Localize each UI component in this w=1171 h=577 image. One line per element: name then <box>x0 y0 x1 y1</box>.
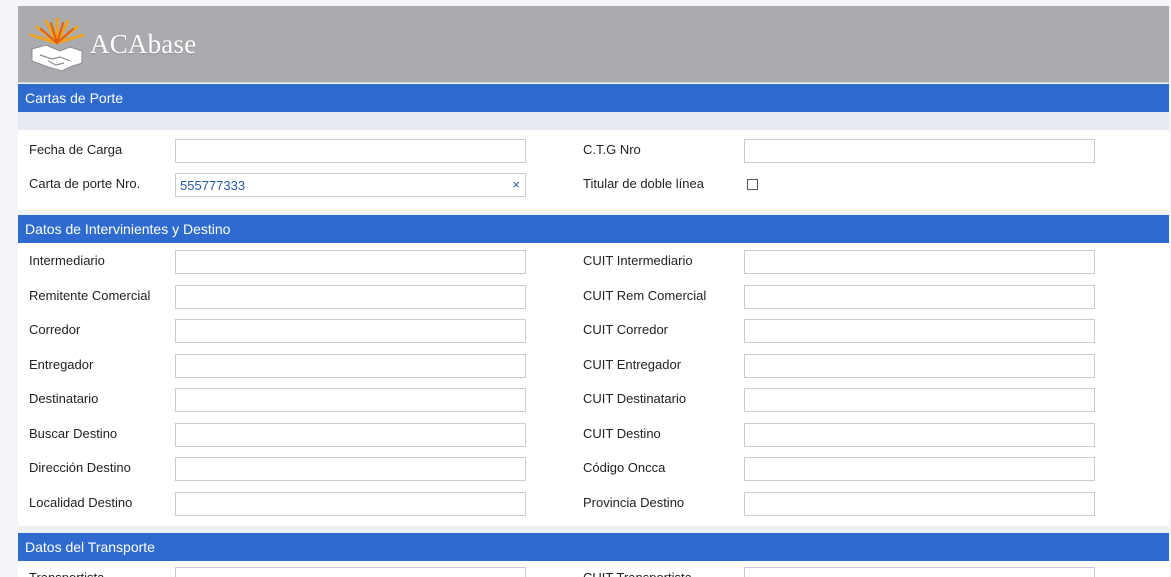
remitente-comercial-input[interactable] <box>175 284 526 309</box>
cuit-destinatario-input[interactable] <box>744 388 1095 412</box>
section-cartas-de-porte: Cartas de Porte <box>18 84 1169 112</box>
buscar-destino-label: Buscar Destino <box>29 425 118 441</box>
buscar-destino-input[interactable] <box>175 422 526 447</box>
corredor-input[interactable] <box>175 319 526 343</box>
fecha-carga-label: Fecha de Carga <box>29 142 123 157</box>
direccion-destino-label: Dirección Destino <box>29 460 131 475</box>
cartas-panel: Fecha de Carga C.T.G Nro Carta de porte … <box>18 130 1169 210</box>
app-header: ACAbase <box>18 6 1169 83</box>
clear-icon[interactable]: × <box>512 177 520 193</box>
page-frame: ACAbase Cartas de Porte Fecha de Carga C… <box>0 0 1171 577</box>
section-transporte: Datos del Transporte <box>18 533 1169 561</box>
fecha-carga-input[interactable] <box>175 139 526 163</box>
ctg-nro-input[interactable] <box>744 139 1095 163</box>
cuit-destino-label: CUIT Destino <box>583 425 661 441</box>
carta-porte-nro-label: Carta de porte Nro. <box>29 176 141 191</box>
logo-text: ACAbase <box>90 28 197 59</box>
carta-porte-nro-input[interactable] <box>175 173 526 197</box>
section-intervinientes: Datos de Intervinientes y Destino <box>18 215 1169 243</box>
destinatario-input[interactable] <box>175 388 526 412</box>
titular-doble-linea-label: Titular de doble línea <box>583 176 704 191</box>
cuit-transportista-label: CUIT Transportista <box>583 570 692 577</box>
transporte-panel: Transportista CUIT Transportista <box>18 561 1169 577</box>
cuit-intermediario-input[interactable] <box>744 250 1095 274</box>
titular-doble-linea-checkbox[interactable] <box>747 179 758 190</box>
intermediario-input[interactable] <box>175 250 526 274</box>
corredor-label: Corredor <box>29 322 81 337</box>
cuit-intermediario-label: CUIT Intermediario <box>583 253 693 268</box>
entregador-label: Entregador <box>29 356 94 372</box>
cuit-entregador-input[interactable] <box>744 353 1095 378</box>
acabase-logo[interactable]: ACAbase <box>26 12 216 76</box>
intermediario-label: Intermediario <box>29 253 105 268</box>
localidad-destino-input[interactable] <box>175 491 526 516</box>
cuit-transportista-input[interactable] <box>744 567 1095 577</box>
destinatario-label: Destinatario <box>29 391 99 406</box>
handshake-sun-icon <box>29 17 85 72</box>
section-spacer <box>18 112 1169 130</box>
carta-porte-nro-field: × <box>175 173 526 197</box>
transportista-label: Transportista <box>29 570 104 577</box>
ctg-nro-label: C.T.G Nro <box>583 142 641 157</box>
localidad-destino-label: Localidad Destino <box>29 494 133 510</box>
provincia-destino-input[interactable] <box>744 491 1095 516</box>
provincia-destino-label: Provincia Destino <box>583 494 685 510</box>
cuit-destino-input[interactable] <box>744 422 1095 447</box>
remitente-comercial-label: Remitente Comercial <box>29 287 151 303</box>
cuit-rem-comercial-input[interactable] <box>744 284 1095 309</box>
entregador-input[interactable] <box>175 353 526 378</box>
cuit-corredor-input[interactable] <box>744 319 1095 343</box>
intervinientes-panel: Intermediario Remitente Comercial Corredor… <box>18 243 1169 526</box>
cuit-entregador-label: CUIT Entregador <box>583 356 682 372</box>
cuit-rem-comercial-label: CUIT Rem Comercial <box>583 287 707 303</box>
cuit-destinatario-label: CUIT Destinatario <box>583 391 687 406</box>
transportista-input[interactable] <box>175 567 526 577</box>
main-content: ACAbase Cartas de Porte Fecha de Carga C… <box>18 6 1169 577</box>
direccion-destino-input[interactable] <box>175 457 526 481</box>
codigo-oncca-input[interactable] <box>744 457 1095 481</box>
cuit-corredor-label: CUIT Corredor <box>583 322 669 337</box>
codigo-oncca-label: Código Oncca <box>583 460 666 475</box>
